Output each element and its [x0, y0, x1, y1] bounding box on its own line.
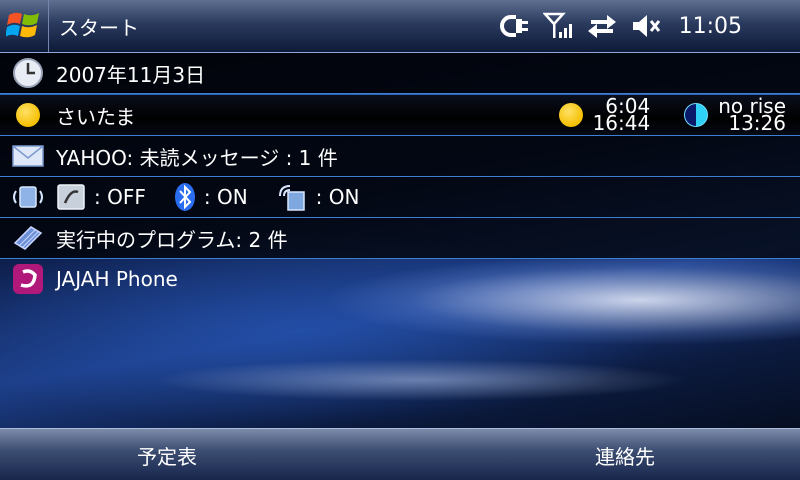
running-programs-row[interactable]: 実行中のプログラム: 2 件: [0, 218, 800, 259]
bluetooth-status[interactable]: : ON: [174, 182, 248, 212]
phone-radio-label: : OFF: [94, 185, 146, 209]
mail-status-text: YAHOO: 未読メッセージ : 1 件: [56, 145, 338, 170]
sun-times: 6:04 16:44: [592, 96, 651, 135]
wireless-row[interactable]: : OFF : ON : ON: [0, 177, 800, 218]
wifi-label: : ON: [315, 185, 360, 209]
moonset-time: 13:26: [728, 111, 786, 135]
sunset-time: 16:44: [592, 111, 651, 135]
weather-location: さいたま: [56, 104, 136, 129]
sunrise-sun-icon: [558, 103, 583, 127]
clock-icon: [13, 58, 43, 88]
softkey-calendar[interactable]: 予定表: [0, 429, 400, 480]
wifi-icon: [278, 185, 305, 211]
jajah-logo-icon: [13, 264, 43, 294]
data-transfer-icon[interactable]: [587, 13, 617, 39]
date-row[interactable]: 2007年11月3日: [0, 53, 800, 94]
moon-times: no rise 13:26: [718, 96, 786, 135]
today-screen: スタート 11:05 2007年11月3日 さいたま 6:04 16:44 no…: [0, 0, 800, 480]
speaker-mute-icon[interactable]: [631, 12, 661, 40]
jajah-phone-row[interactable]: JAJAH Phone: [0, 259, 800, 299]
memory-chip-icon: [13, 226, 43, 250]
envelope-icon: [12, 145, 44, 167]
clock[interactable]: 11:05: [679, 14, 742, 39]
bluetooth-label: : ON: [203, 185, 248, 209]
windows-logo-icon: [6, 12, 39, 38]
weather-row[interactable]: さいたま 6:04 16:44 no rise 13:26: [0, 94, 800, 136]
signal-strength-icon[interactable]: [542, 12, 573, 40]
wifi-status[interactable]: : ON: [276, 182, 360, 212]
softkey-left-label: 予定表: [137, 444, 197, 469]
jajah-phone-text: JAJAH Phone: [56, 267, 178, 291]
bluetooth-icon: [174, 183, 195, 211]
mail-row[interactable]: YAHOO: 未読メッセージ : 1 件: [0, 136, 800, 177]
phone-radio-status[interactable]: : OFF: [56, 183, 146, 211]
softkey-bar: 予定表 連絡先: [0, 428, 800, 480]
sun-moon-times: 6:04 16:44 no rise 13:26: [558, 95, 786, 135]
softkey-contacts[interactable]: 連絡先: [400, 429, 800, 480]
running-programs-text: 実行中のプログラム: 2 件: [56, 227, 288, 252]
phone-radio-icon: [57, 184, 85, 210]
moon-phase-icon: [684, 103, 709, 127]
today-items: 2007年11月3日 さいたま 6:04 16:44 no rise 13:26: [0, 53, 800, 299]
sun-icon: [16, 103, 40, 127]
wireless-manager-icon: [13, 186, 43, 208]
date-text: 2007年11月3日: [56, 62, 206, 87]
start-button[interactable]: [0, 0, 49, 52]
power-plug-icon[interactable]: [499, 13, 529, 39]
softkey-right-label: 連絡先: [595, 444, 655, 469]
title-bar: スタート 11:05: [0, 0, 800, 53]
window-title: スタート: [59, 15, 139, 40]
status-icons: 11:05: [499, 12, 742, 40]
